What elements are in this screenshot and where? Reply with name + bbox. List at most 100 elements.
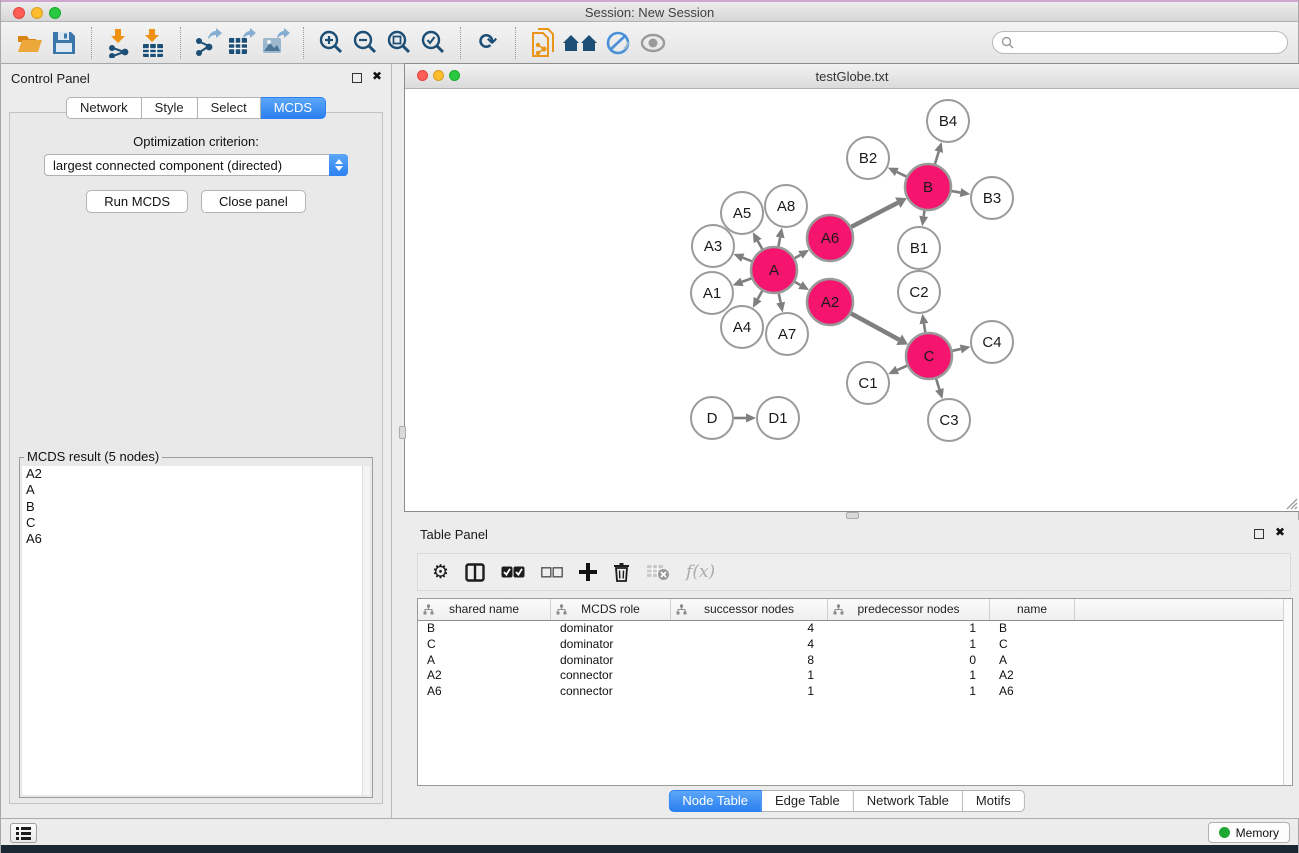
result-list-item[interactable]: C bbox=[22, 515, 370, 531]
float-panel-icon[interactable] bbox=[352, 73, 362, 83]
graph-edge-A-A2[interactable] bbox=[795, 282, 801, 285]
memory-button[interactable]: Memory bbox=[1208, 822, 1290, 843]
tab-network-table[interactable]: Network Table bbox=[854, 790, 963, 812]
graph-edge-C-C1[interactable] bbox=[897, 366, 907, 370]
close-panel-button[interactable]: Close panel bbox=[201, 190, 306, 213]
graph-edge-A-A4[interactable] bbox=[758, 291, 763, 299]
table-cell[interactable]: dominator bbox=[551, 637, 671, 653]
table-cell[interactable]: 1 bbox=[671, 668, 828, 684]
table-cell[interactable]: C bbox=[418, 637, 551, 653]
table-cell[interactable]: 4 bbox=[671, 621, 828, 637]
graph-edge-B-B4[interactable] bbox=[935, 152, 939, 164]
graph-edge-B-B1[interactable] bbox=[924, 211, 925, 217]
search-field[interactable] bbox=[992, 31, 1288, 54]
close-panel-icon[interactable]: ✖ bbox=[372, 69, 382, 83]
add-icon[interactable] bbox=[579, 563, 597, 581]
table-cell[interactable]: C bbox=[990, 637, 1075, 653]
delete-table-icon[interactable] bbox=[646, 564, 670, 581]
table-cell[interactable]: 1 bbox=[671, 684, 828, 700]
tab-node-table[interactable]: Node Table bbox=[668, 790, 762, 812]
zoom-fit-icon[interactable] bbox=[382, 25, 416, 61]
close-table-panel-icon[interactable]: ✖ bbox=[1275, 525, 1285, 539]
table-cell[interactable]: 1 bbox=[828, 637, 990, 653]
task-history-button[interactable] bbox=[10, 823, 37, 843]
graph-edge-C-C4[interactable] bbox=[952, 349, 960, 351]
export-table-icon[interactable] bbox=[225, 25, 259, 61]
table-cell[interactable]: 1 bbox=[828, 684, 990, 700]
tab-mcds[interactable]: MCDS bbox=[261, 97, 326, 119]
function-builder-icon[interactable]: f(x) bbox=[686, 562, 715, 582]
table-scrollbar[interactable] bbox=[1283, 599, 1292, 785]
table-cell[interactable]: dominator bbox=[551, 621, 671, 637]
run-mcds-button[interactable]: Run MCDS bbox=[86, 190, 188, 213]
column-header-MCDS-role[interactable]: MCDS role bbox=[551, 599, 671, 620]
network-canvas[interactable]: AA1A2A3A4A5A6A7A8BB1B2B3B4CC1C2C3C4DD1 bbox=[405, 89, 1299, 511]
criterion-dropdown[interactable]: largest connected component (directed) bbox=[44, 154, 348, 176]
table-cell[interactable]: connector bbox=[551, 668, 671, 684]
splitter-grip[interactable] bbox=[846, 512, 859, 519]
deselect-all-icon[interactable] bbox=[541, 567, 563, 578]
table-cell[interactable]: A6 bbox=[990, 684, 1075, 700]
result-list-item[interactable]: B bbox=[22, 499, 370, 515]
graph-edge-A-A5[interactable] bbox=[758, 241, 763, 249]
table-row[interactable]: A2connector11A2 bbox=[418, 668, 1292, 684]
column-icon[interactable] bbox=[465, 563, 485, 582]
resize-handle-icon[interactable] bbox=[1284, 496, 1298, 510]
tab-edge-table[interactable]: Edge Table bbox=[762, 790, 854, 812]
float-table-panel-icon[interactable] bbox=[1254, 529, 1264, 539]
show-all-icon[interactable] bbox=[636, 25, 670, 61]
result-list-scrollbar[interactable] bbox=[362, 466, 370, 795]
splitter-grip-vertical[interactable] bbox=[399, 426, 406, 439]
table-cell[interactable]: A2 bbox=[990, 668, 1075, 684]
graph-edge-A6-B[interactable] bbox=[851, 203, 898, 227]
hide-selected-icon[interactable] bbox=[602, 25, 636, 61]
table-row[interactable]: A6connector11A6 bbox=[418, 684, 1292, 700]
result-list-item[interactable]: A6 bbox=[22, 531, 370, 547]
first-neighbors-icon[interactable] bbox=[560, 25, 602, 61]
save-session-icon[interactable] bbox=[47, 25, 81, 61]
graph-edge-C-C2[interactable] bbox=[924, 324, 925, 333]
mcds-result-list[interactable]: A2ABCA6 bbox=[22, 466, 370, 795]
refresh-icon[interactable]: ⟳ bbox=[471, 25, 505, 61]
tab-style[interactable]: Style bbox=[142, 97, 198, 119]
table-cell[interactable]: 4 bbox=[671, 637, 828, 653]
table-cell[interactable]: 8 bbox=[671, 653, 828, 669]
column-header-name[interactable]: name bbox=[990, 599, 1075, 620]
graph-edge-A-A3[interactable] bbox=[743, 258, 752, 261]
new-network-from-selection-icon[interactable] bbox=[526, 25, 560, 61]
table-cell[interactable]: B bbox=[990, 621, 1075, 637]
table-cell[interactable]: dominator bbox=[551, 653, 671, 669]
table-cell[interactable]: connector bbox=[551, 684, 671, 700]
table-settings-icon[interactable]: ⚙ bbox=[432, 563, 449, 582]
graph-edge-A-A6[interactable] bbox=[795, 255, 801, 258]
table-cell[interactable]: A bbox=[990, 653, 1075, 669]
export-network-icon[interactable] bbox=[191, 25, 225, 61]
zoom-out-icon[interactable] bbox=[348, 25, 382, 61]
result-list-item[interactable]: A2 bbox=[22, 466, 370, 482]
table-cell[interactable]: 1 bbox=[828, 668, 990, 684]
graph-edge-B-B3[interactable] bbox=[952, 191, 961, 193]
table-row[interactable]: Bdominator41B bbox=[418, 621, 1292, 637]
zoom-selected-icon[interactable] bbox=[416, 25, 450, 61]
tab-network[interactable]: Network bbox=[66, 97, 142, 119]
column-header-successor-nodes[interactable]: successor nodes bbox=[671, 599, 828, 620]
table-cell[interactable]: 1 bbox=[828, 621, 990, 637]
graph-edge-A-A1[interactable] bbox=[742, 278, 751, 282]
table-cell[interactable]: A2 bbox=[418, 668, 551, 684]
graph-edge-A-A7[interactable] bbox=[779, 294, 781, 303]
open-file-icon[interactable] bbox=[13, 25, 47, 61]
export-image-icon[interactable] bbox=[259, 25, 293, 61]
table-cell[interactable]: 0 bbox=[828, 653, 990, 669]
graph-edge-A-A8[interactable] bbox=[778, 237, 780, 246]
import-network-icon[interactable] bbox=[102, 25, 136, 61]
table-cell[interactable]: A6 bbox=[418, 684, 551, 700]
delete-icon[interactable] bbox=[613, 562, 630, 582]
graph-edge-B-B2[interactable] bbox=[897, 172, 907, 177]
search-input[interactable] bbox=[1019, 36, 1287, 50]
table-cell[interactable]: B bbox=[418, 621, 551, 637]
select-all-icon[interactable] bbox=[501, 566, 525, 578]
import-table-icon[interactable] bbox=[136, 25, 170, 61]
column-header-shared-name[interactable]: shared name bbox=[418, 599, 551, 620]
graph-edge-A2-C[interactable] bbox=[851, 313, 899, 339]
tab-motifs[interactable]: Motifs bbox=[963, 790, 1025, 812]
